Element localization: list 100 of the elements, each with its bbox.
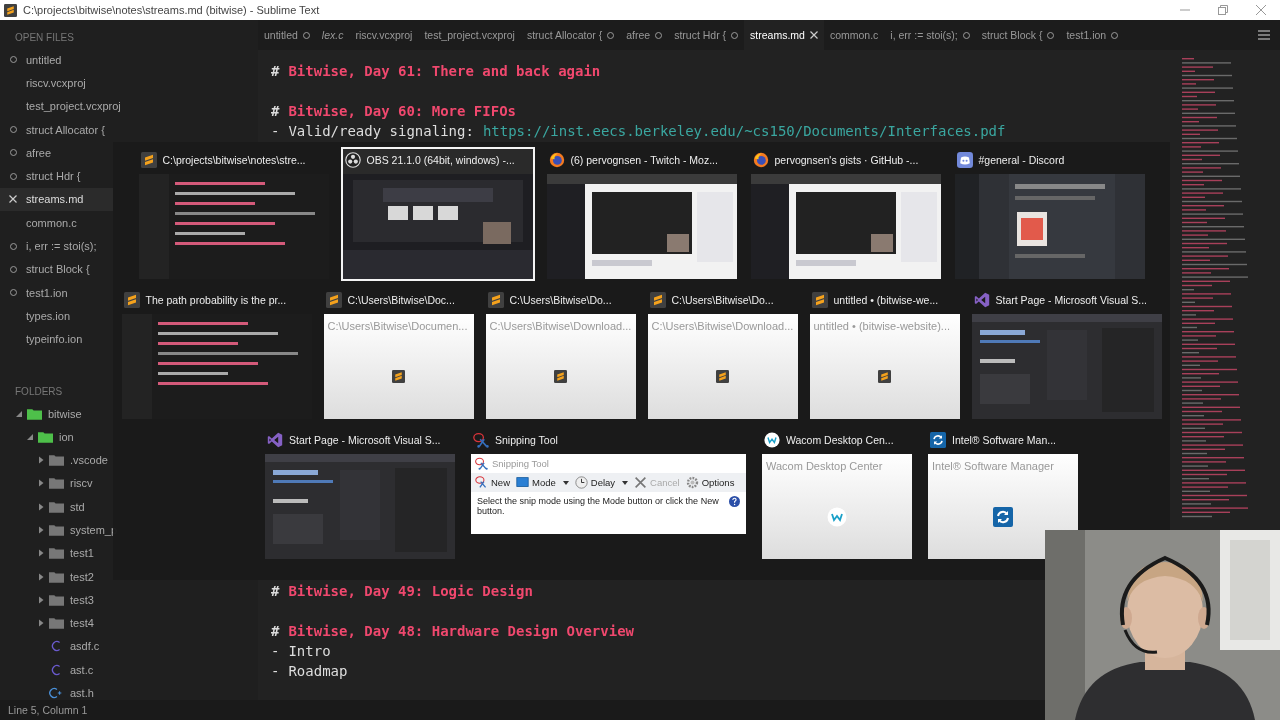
app-icon (554, 370, 567, 383)
heading-marker: # (271, 63, 280, 79)
file-name[interactable]: struct Hdr { (26, 170, 81, 183)
window-caption: untitled • (bitwise-website)... (812, 320, 950, 332)
folder-icon (27, 407, 42, 420)
window-tile[interactable]: #general - Discord (952, 147, 1147, 281)
collapsed-arrow-icon[interactable] (37, 502, 45, 511)
folder-name[interactable]: test1 (70, 547, 94, 560)
collapsed-arrow-icon[interactable] (37, 456, 45, 465)
collapsed-arrow-icon[interactable] (37, 595, 45, 604)
app-icon (325, 292, 342, 308)
tab[interactable]: struct Block { (975, 20, 1061, 50)
folder-name[interactable]: test4 (70, 617, 94, 630)
tab[interactable]: common.c (823, 20, 885, 50)
folder-name[interactable]: std (70, 500, 85, 513)
file-name[interactable]: riscv.vcxproj (26, 76, 86, 89)
tab[interactable]: test1.ion (1060, 20, 1125, 50)
expanded-arrow-icon[interactable] (15, 409, 23, 418)
bullet-text: Valid/ready signaling: (288, 123, 474, 139)
tab[interactable]: i, err := stoi(s); (884, 20, 976, 50)
app-icon (878, 370, 891, 383)
file-name[interactable]: i, err := stoi(s); (26, 240, 97, 252)
tab[interactable]: test_project.vcxproj (418, 20, 521, 50)
tab[interactable]: struct Hdr { (668, 20, 745, 50)
heading-marker: # (271, 583, 280, 599)
folder-name[interactable]: system_p (70, 524, 118, 536)
toolbar-button[interactable]: Options (685, 476, 735, 489)
file-name[interactable]: test_project.vcxproj (26, 100, 121, 113)
app-icon (392, 370, 405, 383)
window-tile[interactable]: C:\projects\bitwise\notes\stre... (136, 147, 331, 281)
folder-icon (49, 593, 64, 606)
app-icon (548, 152, 565, 168)
window-tile[interactable]: Intel® Software Man... Intel® Software Manager (926, 427, 1080, 561)
file-name[interactable]: ast.h (70, 687, 94, 700)
window-tile[interactable]: (6) pervognsen - Twitch - Moz... (544, 147, 739, 281)
url-link[interactable]: https://inst.eecs.berkeley.edu/~cs150/Documents/Interfaces.pdf (482, 123, 1006, 139)
folder-name[interactable]: test3 (70, 593, 94, 606)
folder-name[interactable]: test2 (70, 570, 94, 583)
file-name[interactable]: types.ion (26, 309, 71, 322)
window-tile[interactable]: Wacom Desktop Cen... Wacom Desktop Center (760, 427, 914, 561)
collapsed-arrow-icon[interactable] (37, 479, 45, 488)
collapsed-arrow-icon[interactable] (37, 526, 45, 534)
tab[interactable]: riscv.vcxproj (349, 20, 419, 50)
file-name[interactable]: asdf.c (70, 640, 100, 653)
expanded-arrow-icon[interactable] (26, 432, 34, 441)
file-name[interactable]: struct Allocator { (26, 123, 105, 136)
file-name[interactable]: struct Block { (26, 263, 90, 276)
collapsed-arrow-icon[interactable] (37, 619, 45, 628)
section-header: FOLDERS (14, 384, 64, 397)
window-tile[interactable]: C:\Users\Bitwise\Doc... C:\Users\Bitwise\Documen... (321, 287, 476, 421)
file-name[interactable]: ast.c (70, 663, 94, 676)
window-tile[interactable]: OBS 21.1.0 (64bit, windows) -... (340, 147, 535, 281)
section-header: OPEN FILES (14, 31, 75, 43)
close-icon[interactable] (809, 31, 818, 39)
folder-name[interactable]: ion (59, 430, 74, 443)
toolbar-button[interactable]: Delay (574, 476, 629, 489)
caret-icon (562, 480, 569, 485)
window-tile[interactable]: The path probability is the pr... (119, 287, 314, 421)
app-icon (752, 152, 769, 168)
close-icon[interactable] (9, 195, 17, 204)
file-name[interactable]: streams.md (26, 193, 84, 206)
window-tile[interactable]: Start Page - Microsoft Visual S... (263, 427, 457, 561)
heading-text: Bitwise, Day 49: Logic Design (288, 583, 533, 599)
window-tile[interactable]: Start Page - Microsoft Visual S... (969, 287, 1164, 421)
tab[interactable]: untitled (258, 20, 316, 50)
window-tile[interactable]: untitled • (bitwise-we... untitled • (bitwise-website)... (807, 287, 962, 421)
folder-icon (49, 570, 64, 583)
collapsed-arrow-icon[interactable] (37, 572, 45, 581)
toolbar-button[interactable]: Mode (516, 476, 569, 489)
menu-icon[interactable] (1258, 30, 1270, 40)
heading-text: Bitwise, Day 48: Hardware Design Overview (288, 623, 634, 639)
app-icon (973, 292, 990, 308)
folder-name[interactable]: riscv (70, 477, 93, 490)
file-name[interactable]: untitled (26, 53, 62, 66)
window-caption: Wacom Desktop Center (765, 460, 883, 472)
help-icon[interactable] (729, 496, 740, 507)
window-tile[interactable]: C:\Users\Bitwise\Do... C:\Users\Bitwise\Download... (483, 287, 638, 421)
app-icon (716, 370, 729, 383)
scissors-icon (475, 476, 488, 489)
window-tile[interactable]: C:\Users\Bitwise\Do... C:\Users\Bitwise\Download... (645, 287, 800, 421)
folder-icon (49, 477, 64, 490)
bullet-text: Roadmap (288, 663, 348, 679)
file-name[interactable]: test1.ion (26, 286, 68, 299)
app-icon (827, 507, 847, 527)
app-icon (956, 152, 973, 168)
folder-name[interactable]: bitwise (48, 407, 82, 420)
tab[interactable]: struct Allocator { (520, 20, 621, 50)
window-caption: C:\projects\bitwise\notes\stre... (162, 154, 306, 166)
tab[interactable]: lex.c (315, 20, 350, 50)
screen-icon (516, 476, 529, 489)
toolbar-button[interactable]: New (475, 476, 510, 489)
file-name[interactable]: common.c (26, 216, 77, 229)
window-tile[interactable]: pervognsen's gists · GitHub -... (748, 147, 943, 281)
folder-name[interactable]: .vscode (70, 454, 108, 467)
file-name[interactable]: typeinfo.ion (26, 333, 83, 346)
tab[interactable]: streams.md (744, 20, 824, 50)
file-name[interactable]: afree (26, 146, 52, 159)
collapsed-arrow-icon[interactable] (37, 549, 45, 558)
tab[interactable]: afree (620, 20, 669, 50)
app-icon (487, 292, 504, 308)
